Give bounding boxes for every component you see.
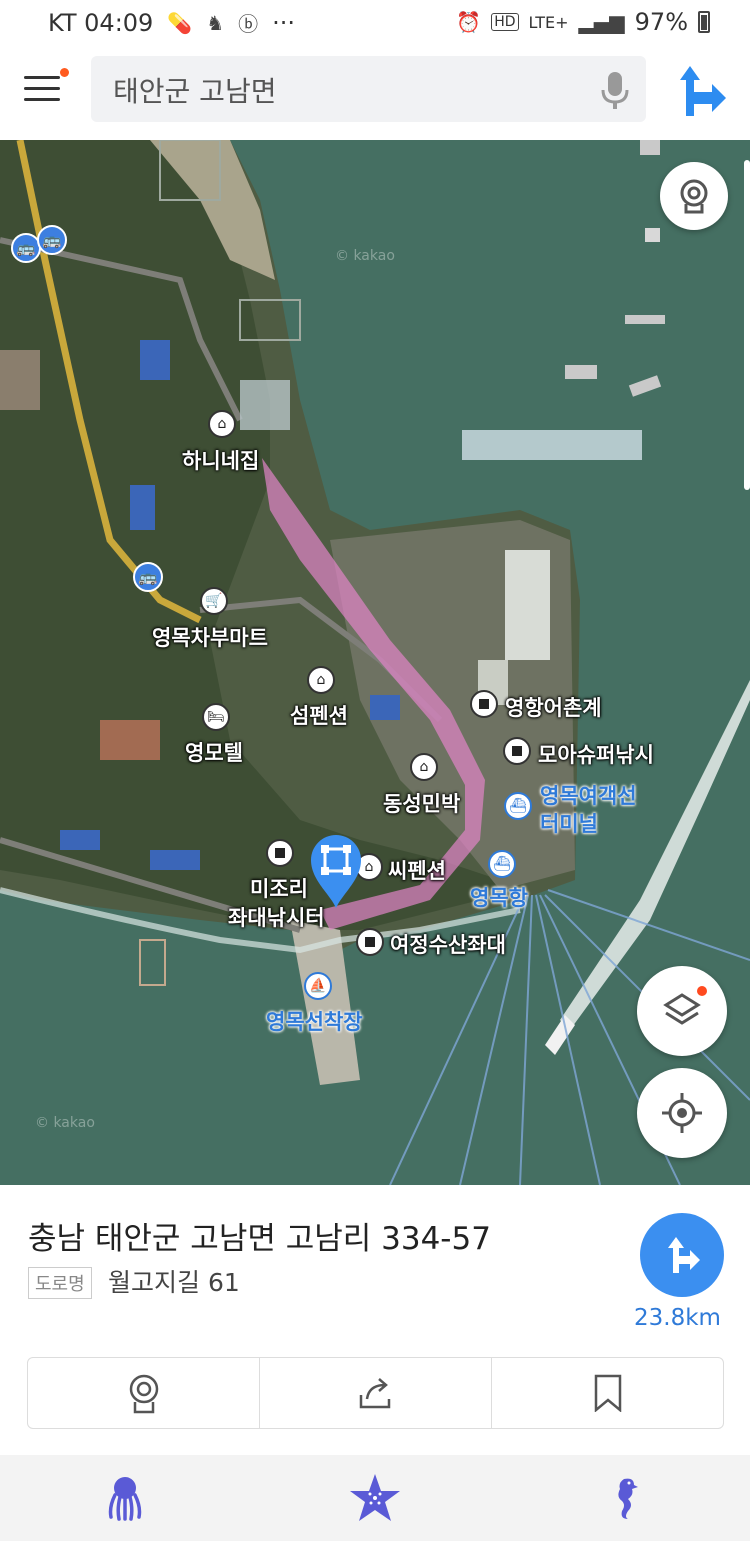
map-watermark: © kakao	[35, 1115, 95, 1131]
shopping-cart-icon[interactable]: 🛒	[200, 587, 228, 615]
dock-icon[interactable]: ⛵	[304, 972, 332, 1000]
poi-label-yeojeong[interactable]: 여정수산좌대	[390, 929, 506, 959]
map-watermark: © kakao	[335, 248, 395, 264]
bookmark-icon	[594, 1374, 621, 1412]
layers-icon	[663, 993, 701, 1025]
directions-icon[interactable]	[672, 62, 728, 118]
bookmark-action-button[interactable]	[492, 1358, 723, 1428]
search-box[interactable]	[91, 56, 646, 124]
share-action-button[interactable]	[260, 1358, 492, 1428]
poi-label-hanine[interactable]: 하니네집	[182, 445, 259, 475]
distance-label: 23.8km	[634, 1305, 721, 1331]
bus-stop-icon[interactable]: 🚌	[37, 225, 67, 255]
hamburger-menu-icon[interactable]	[22, 68, 69, 112]
microphone-icon[interactable]	[600, 70, 630, 110]
layers-button[interactable]	[637, 966, 727, 1056]
battery-percent: 97%	[634, 8, 688, 36]
navigate-button[interactable]	[640, 1213, 724, 1297]
poi-label-mijori-1[interactable]: 미조리	[250, 873, 308, 903]
ferry-terminal-icon[interactable]: ⛴	[504, 792, 532, 820]
nav-item-seahorse[interactable]	[500, 1455, 750, 1541]
poi-label-yeongmok-mart[interactable]: 영목차부마트	[152, 622, 268, 652]
poi-label-ferry-dock[interactable]: 영목선착장	[266, 1006, 363, 1036]
search-header	[0, 46, 750, 140]
b-app-icon: ⓑ	[238, 12, 259, 36]
poi-marker-icon[interactable]	[470, 690, 498, 718]
seahorse-icon	[618, 1478, 638, 1519]
alarm-icon: ⏰	[456, 10, 482, 34]
poi-marker-icon[interactable]	[266, 839, 294, 867]
road-name-tag: 도로명	[28, 1267, 92, 1299]
share-icon	[359, 1378, 390, 1409]
poi-label-seom-pension[interactable]: 섬펜션	[290, 700, 348, 730]
poi-label-c-pension[interactable]: 씨펜션	[388, 855, 446, 885]
signal-icon: ▂▄▆	[578, 10, 625, 34]
search-input[interactable]	[111, 56, 585, 124]
poi-label-yeonghang[interactable]: 영항어촌계	[505, 692, 602, 722]
road-address: 월고지길 61	[108, 1268, 240, 1297]
status-bar: KT 04:09 💊 ♞ ⓑ ··· ⏰ HD LTE+ ▂▄▆ 97%	[0, 0, 750, 46]
layers-notification-dot	[697, 986, 707, 996]
poi-marker-icon[interactable]	[503, 737, 531, 765]
poi-label-terminal-1[interactable]: 영목여객선	[540, 780, 637, 810]
hd-badge: HD	[491, 13, 519, 31]
carrier-time: KT 04:09	[48, 8, 154, 37]
poi-marker-icon[interactable]	[356, 928, 384, 956]
port-icon[interactable]: ⛴	[488, 850, 516, 878]
more-notifications: ···	[272, 8, 296, 37]
location-pin-icon[interactable]	[305, 830, 367, 910]
map-scrollbar[interactable]	[744, 160, 750, 490]
notification-icon: ♞	[206, 10, 225, 35]
my-location-button[interactable]	[637, 1068, 727, 1158]
bottom-navigation	[0, 1455, 750, 1541]
directions-icon	[668, 1237, 700, 1273]
pension-icon[interactable]: ⌂	[307, 666, 335, 694]
poi-label-terminal-2[interactable]: 터미널	[540, 808, 598, 838]
pension-icon[interactable]: ⌂	[410, 753, 438, 781]
poi-label-moa-fishing[interactable]: 모아슈퍼낚시	[538, 739, 654, 769]
notification-dot	[60, 68, 69, 77]
roadview-action-button[interactable]	[28, 1358, 260, 1428]
starfish-icon	[350, 1474, 400, 1521]
roadview-button[interactable]	[660, 162, 728, 230]
nav-item-starfish[interactable]	[250, 1455, 500, 1541]
roadview-icon	[680, 179, 708, 214]
pension-icon[interactable]: ⌂	[208, 410, 236, 438]
bed-icon[interactable]: 🛏	[202, 703, 230, 731]
satellite-map	[0, 140, 750, 1185]
place-info-panel: 충남 태안군 고남면 고남리 334-57 도로명 월고지길 61 23.8km	[0, 1185, 750, 1455]
pill-icon: 💊	[167, 10, 193, 35]
my-location-icon	[662, 1093, 702, 1133]
bus-stop-icon[interactable]: 🚌	[133, 562, 163, 592]
action-bar	[27, 1357, 724, 1429]
nav-item-octopus[interactable]	[0, 1455, 250, 1541]
map-view[interactable]: © kakao © kakao 🚌 🚌 🚌 ⌂ 하니네집 🛒 영목차부마트 ⌂ …	[0, 140, 750, 1185]
poi-label-dongseong[interactable]: 동성민박	[383, 788, 460, 818]
network-type: LTE+	[528, 12, 569, 32]
poi-label-yeongmok-motel[interactable]: 영모텔	[185, 737, 243, 767]
poi-label-yeongmok-port[interactable]: 영목항	[470, 882, 528, 912]
octopus-icon	[108, 1477, 142, 1521]
battery-icon	[698, 11, 710, 33]
place-address: 충남 태안군 고남면 고남리 334-57	[28, 1221, 491, 1257]
roadview-icon	[129, 1374, 158, 1414]
